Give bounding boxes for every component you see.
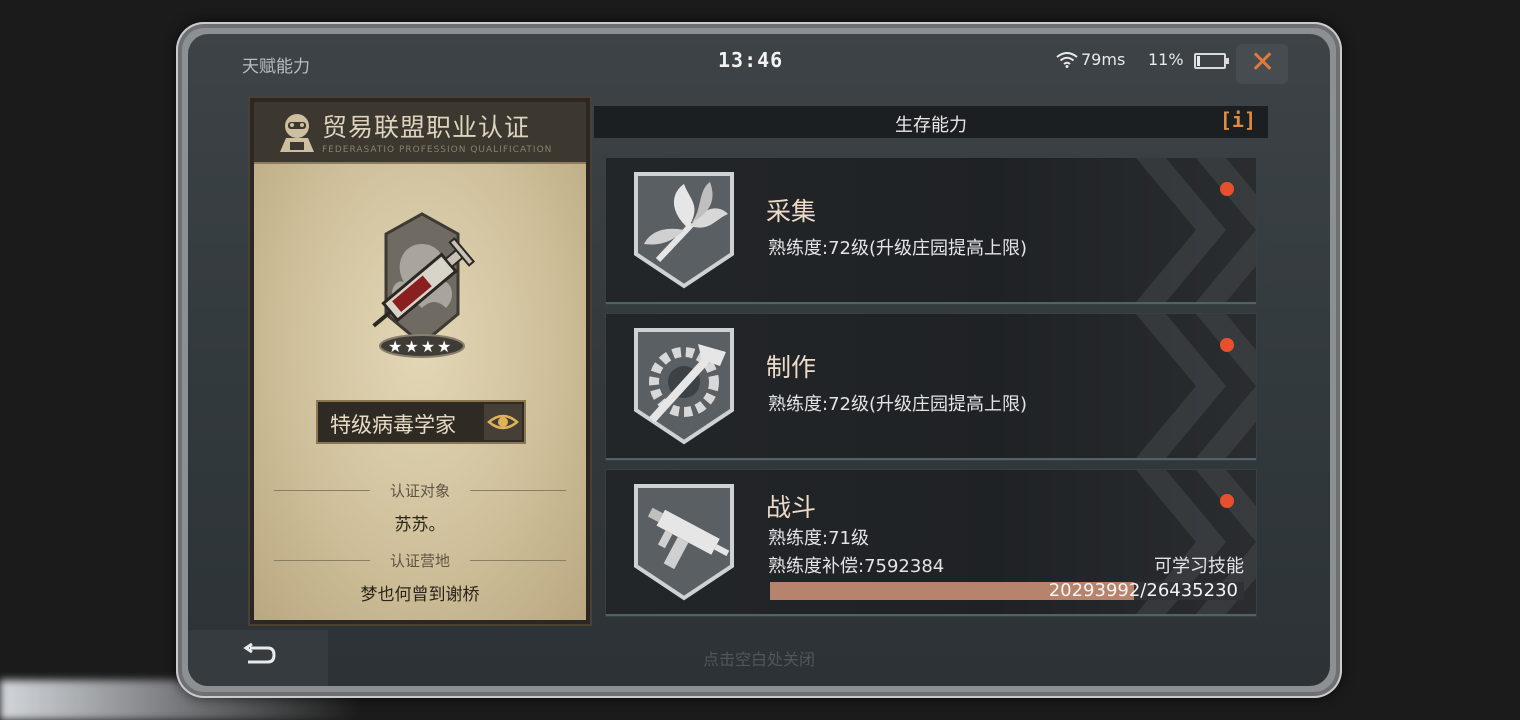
gear-hammer-icon	[634, 328, 734, 445]
skill-card-gathering[interactable]: 采集 熟练度:72级(升级庄园提高上限)	[606, 158, 1256, 304]
skill-name: 采集	[766, 197, 817, 226]
certificate-title: 贸易联盟职业认证	[322, 113, 531, 142]
job-title-box[interactable]: 特级病毒学家	[316, 400, 526, 444]
star-rating: ★★★★	[388, 337, 454, 356]
skill-card-crafting[interactable]: 制作 熟练度:72级(升级庄园提高上限)	[606, 314, 1256, 460]
clock: 13:46	[718, 48, 784, 72]
progress-text: 20293992/26435230	[1048, 580, 1238, 601]
camp-value: 梦也何曾到谢桥	[360, 585, 480, 605]
close-hint[interactable]: 点击空白处关闭	[188, 646, 1330, 670]
skill-name: 战斗	[766, 493, 817, 522]
proficiency-progress-bar: 20293992/26435230	[770, 580, 1244, 601]
info-button[interactable]: [i]	[1220, 108, 1256, 132]
camp-label: 认证营地	[274, 550, 566, 570]
skill-proficiency: 熟练度:71级	[768, 528, 869, 549]
target-label: 认证对象	[274, 480, 566, 500]
chevron-decoration-icon	[1136, 158, 1256, 302]
battery-percent: 11%	[1148, 50, 1184, 69]
learnable-skills-link[interactable]: 可学习技能	[1154, 552, 1244, 578]
screen: 天赋能力 13:46 79ms 11% ✕ 贸易联盟职业认证 FEDERASAT…	[188, 34, 1330, 686]
skill-name: 制作	[766, 353, 817, 382]
device-frame: 天赋能力 13:46 79ms 11% ✕ 贸易联盟职业认证 FEDERASAT…	[176, 22, 1342, 698]
target-value: 苏苏。	[394, 515, 446, 535]
eye-icon	[487, 414, 519, 430]
page-title: 天赋能力	[242, 57, 310, 77]
ping-value: 79ms	[1081, 50, 1126, 69]
notification-dot	[1220, 494, 1234, 508]
job-title: 特级病毒学家	[330, 413, 456, 437]
skill-compensation: 熟练度补偿:7592384	[768, 556, 945, 577]
certificate-subtitle: FEDERASATIO PROFESSION QUALIFICATION	[322, 145, 553, 155]
herb-icon	[634, 172, 734, 289]
battery-icon	[1194, 53, 1229, 69]
notification-dot	[1220, 182, 1234, 196]
panel-title: 生存能力	[895, 115, 967, 136]
skill-card-combat[interactable]: 战斗 熟练度:71级 熟练度补偿:7592384 可学习技能 20293992/…	[606, 470, 1256, 616]
chevron-decoration-icon	[1136, 314, 1256, 458]
panel-header: 生存能力 [i]	[594, 106, 1268, 138]
wifi-icon	[1056, 52, 1078, 68]
certificate-card: 贸易联盟职业认证 FEDERASATIO PROFESSION QUALIFIC…	[248, 96, 592, 626]
certificate-body: ★★★★ 特级病毒学家 认证对象 苏苏。 认证营地 梦也何曾到谢桥	[254, 164, 586, 620]
skill-proficiency: 熟练度:72级(升级庄园提高上限)	[768, 238, 1028, 259]
close-icon: ✕	[1250, 45, 1276, 80]
skill-proficiency: 熟练度:72级(升级庄园提高上限)	[768, 394, 1028, 415]
close-button[interactable]: ✕	[1236, 44, 1288, 84]
federation-logo-icon	[280, 114, 314, 152]
notification-dot	[1220, 338, 1234, 352]
certificate-header: 贸易联盟职业认证 FEDERASATIO PROFESSION QUALIFIC…	[254, 102, 586, 164]
view-button[interactable]	[484, 404, 522, 440]
smg-icon	[634, 484, 734, 601]
